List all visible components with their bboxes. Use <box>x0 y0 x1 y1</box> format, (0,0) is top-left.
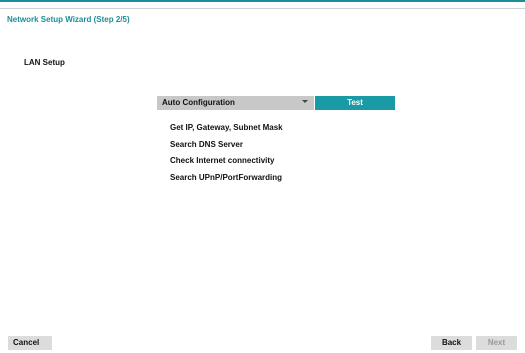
back-button[interactable]: Back <box>431 336 472 350</box>
step-item: Search DNS Server <box>170 140 243 149</box>
step-item: Check Internet connectivity <box>170 156 275 165</box>
chevron-down-icon <box>302 100 308 103</box>
step-item: Search UPnP/PortForwarding <box>170 173 283 182</box>
configuration-select[interactable]: Auto Configuration <box>157 96 314 110</box>
next-button[interactable]: Next <box>476 336 517 350</box>
wizard-title: Network Setup Wizard (Step 2/5) <box>7 15 130 24</box>
section-label-lan-setup: LAN Setup <box>24 58 65 67</box>
cancel-button[interactable]: Cancel <box>8 336 52 350</box>
wizard-window: Network Setup Wizard (Step 2/5) LAN Setu… <box>0 0 525 353</box>
top-border <box>0 0 525 9</box>
test-button[interactable]: Test <box>315 96 395 110</box>
configuration-select-value: Auto Configuration <box>162 98 235 107</box>
step-item: Get IP, Gateway, Subnet Mask <box>170 123 283 132</box>
